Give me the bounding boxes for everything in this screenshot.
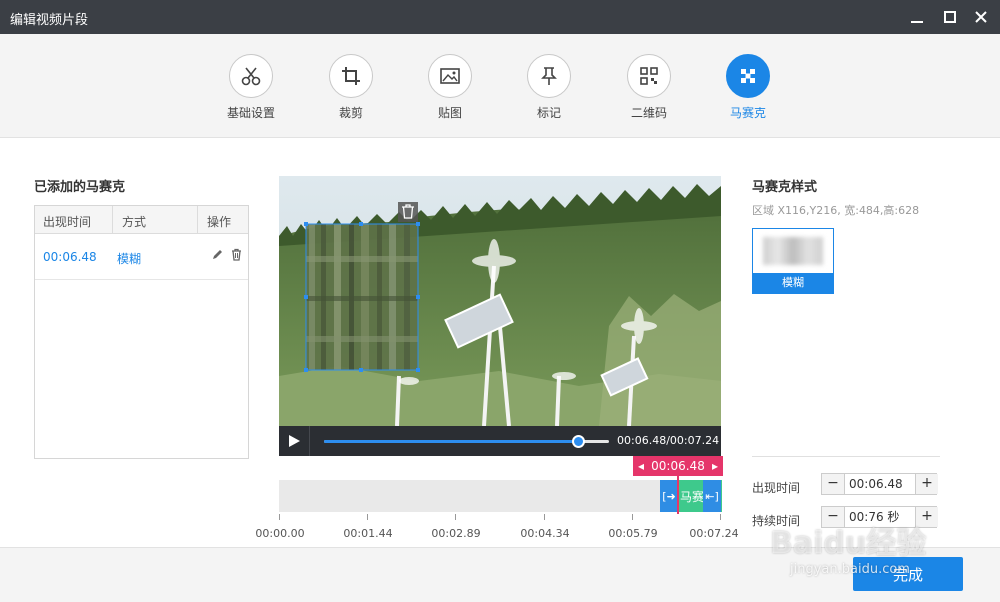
tool-basic-settings[interactable]: 基础设置 xyxy=(211,54,291,121)
item-mode: 模糊 xyxy=(117,252,142,266)
tick-label: 00:02.89 xyxy=(431,527,481,540)
tool-label: 马赛克 xyxy=(729,106,766,120)
minimize-icon xyxy=(911,21,923,23)
tool-mark[interactable]: 标记 xyxy=(509,54,589,121)
chevron-right-icon[interactable]: ▸ xyxy=(712,459,718,473)
style-blur-option[interactable]: 模糊 xyxy=(752,228,834,294)
column-header: 出现时间 xyxy=(43,215,92,229)
edit-icon[interactable] xyxy=(211,248,224,261)
playback-knob[interactable] xyxy=(571,435,585,448)
player-controls: 00:06.48/00:07.24 xyxy=(279,426,721,456)
title-bar: 编辑视频片段 xyxy=(0,0,1000,34)
list-header: 出现时间 方式 操作 xyxy=(35,206,248,234)
mosaic-list-title: 已添加的马赛克 xyxy=(34,180,126,195)
video-preview[interactable] xyxy=(279,176,721,426)
tool-label: 基础设置 xyxy=(226,106,275,120)
appear-time-input[interactable]: 00:06.48 xyxy=(844,474,916,494)
close-icon xyxy=(975,11,987,23)
mosaic-icon xyxy=(726,54,770,98)
time-ruler: 00:00.00 00:01.44 00:02.89 00:04.34 00:0… xyxy=(255,514,739,542)
tool-mosaic[interactable]: 马赛克 xyxy=(708,54,788,121)
timeline-track[interactable]: [➜ 马赛克: ⇤] xyxy=(279,480,722,512)
tool-label: 二维码 xyxy=(630,106,667,120)
video-frame xyxy=(279,176,721,426)
playback-slider[interactable] xyxy=(324,435,609,448)
chevron-left-icon[interactable]: ◂ xyxy=(638,459,644,473)
item-time: 00:06.48 xyxy=(43,250,97,264)
appear-time-stepper[interactable]: − 00:06.48 + xyxy=(821,473,938,495)
delete-icon[interactable] xyxy=(230,248,243,261)
minus-button[interactable]: − xyxy=(822,474,844,494)
tick-label: 00:00.00 xyxy=(255,527,305,540)
tick-label: 00:04.34 xyxy=(520,527,570,540)
blur-preview xyxy=(763,237,823,265)
mosaic-list: 出现时间 方式 操作 00:06.48 模糊 xyxy=(34,205,249,459)
appear-time-label: 出现时间 xyxy=(752,481,801,495)
clip-end-handle[interactable]: ⇤] xyxy=(703,480,721,512)
region-info: 区域 X116,Y216, 宽:484,高:628 xyxy=(752,204,920,217)
watermark-logo: Baidu经验 xyxy=(770,526,927,561)
tool-bar: 基础设置 裁剪 贴图 标记 二维码 马赛克 xyxy=(0,34,1000,138)
tool-label: 标记 xyxy=(536,106,561,120)
tool-crop[interactable]: 裁剪 xyxy=(311,54,391,121)
maximize-button[interactable] xyxy=(939,6,961,28)
clip-start-handle[interactable]: [➜ xyxy=(660,480,678,512)
playback-progress xyxy=(324,440,578,443)
tool-sticker[interactable]: 贴图 xyxy=(410,54,490,121)
watermark-url: jingyan.baidu.com xyxy=(790,562,910,577)
play-icon[interactable] xyxy=(287,434,301,448)
qrcode-icon xyxy=(627,54,671,98)
maximize-icon xyxy=(944,11,956,23)
tool-label: 裁剪 xyxy=(338,106,363,120)
style-option-label: 模糊 xyxy=(753,273,833,293)
close-button[interactable] xyxy=(970,6,992,28)
scissors-icon xyxy=(229,54,273,98)
crop-icon xyxy=(329,54,373,98)
tick-label: 00:01.44 xyxy=(343,527,393,540)
window-title: 编辑视频片段 xyxy=(10,13,89,28)
tool-label: 贴图 xyxy=(437,106,462,120)
playhead-line[interactable] xyxy=(677,470,679,514)
time-display: 00:06.48/00:07.24 xyxy=(617,434,720,447)
plus-button[interactable]: + xyxy=(916,474,938,494)
list-item[interactable]: 00:06.48 模糊 xyxy=(35,234,248,280)
mosaic-region[interactable] xyxy=(304,222,420,372)
pin-icon xyxy=(527,54,571,98)
style-panel-title: 马赛克样式 xyxy=(752,180,818,195)
mosaic-delete-icon[interactable] xyxy=(398,202,418,222)
tick-label: 00:05.79 xyxy=(608,527,658,540)
tick-label: 00:07.24 xyxy=(689,527,739,540)
column-header: 方式 xyxy=(122,215,147,229)
tool-qrcode[interactable]: 二维码 xyxy=(609,54,689,121)
image-icon xyxy=(428,54,472,98)
column-header: 操作 xyxy=(207,215,232,229)
minimize-button[interactable] xyxy=(906,6,928,28)
